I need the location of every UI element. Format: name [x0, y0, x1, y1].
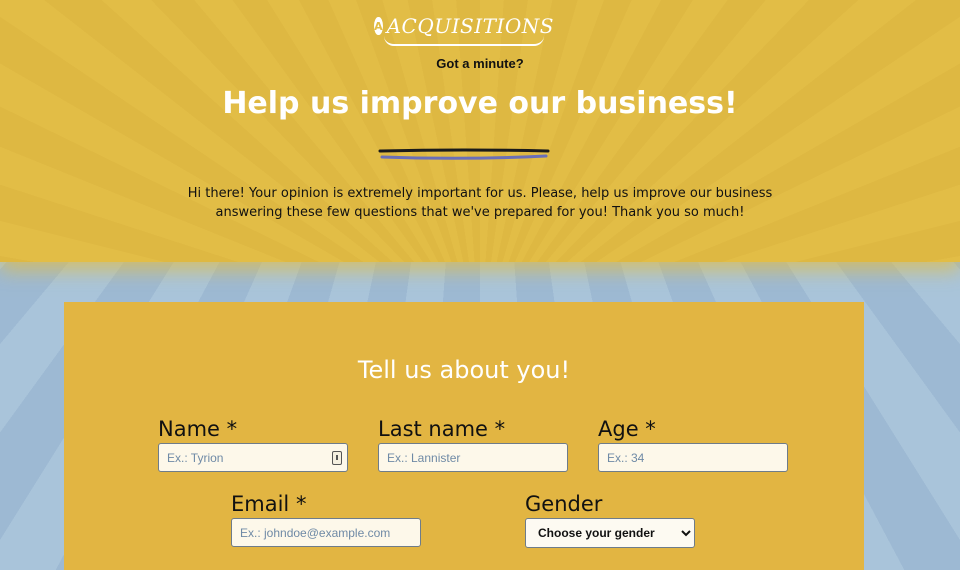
page-title: Help us improve our business!: [222, 86, 738, 121]
brand-logo[interactable]: A ACQUISITIONS: [374, 8, 553, 46]
age-input[interactable]: [598, 443, 788, 472]
gender-select[interactable]: Choose your gender: [525, 518, 695, 548]
intro-text: Hi there! Your opinion is extremely impo…: [187, 186, 773, 220]
gender-label: Gender: [525, 492, 603, 516]
name-input[interactable]: [158, 443, 348, 472]
name-field-group: Name *: [158, 416, 348, 472]
tagline: Got a minute?: [436, 56, 524, 71]
age-label: Age *: [598, 417, 656, 441]
form-title: Tell us about you!: [357, 356, 571, 384]
last-name-field-group: Last name *: [378, 416, 568, 472]
logo-text: ACQUISITIONS: [386, 14, 554, 38]
last-name-input[interactable]: [378, 443, 568, 472]
email-input[interactable]: [231, 518, 421, 547]
key-icon[interactable]: [332, 451, 342, 465]
decorative-divider: [378, 148, 550, 160]
last-name-label: Last name *: [378, 417, 506, 441]
a-circle-icon: A: [374, 17, 383, 35]
gender-field-group: Gender Choose your gender: [525, 491, 695, 548]
hero-section: A ACQUISITIONS Got a minute? Help us imp…: [0, 0, 960, 262]
about-you-form: Tell us about you! Name * Last name * Ag…: [64, 302, 864, 570]
age-field-group: Age *: [598, 416, 788, 472]
name-label: Name *: [158, 417, 238, 441]
email-label: Email *: [231, 492, 307, 516]
email-field-group: Email *: [231, 491, 421, 547]
